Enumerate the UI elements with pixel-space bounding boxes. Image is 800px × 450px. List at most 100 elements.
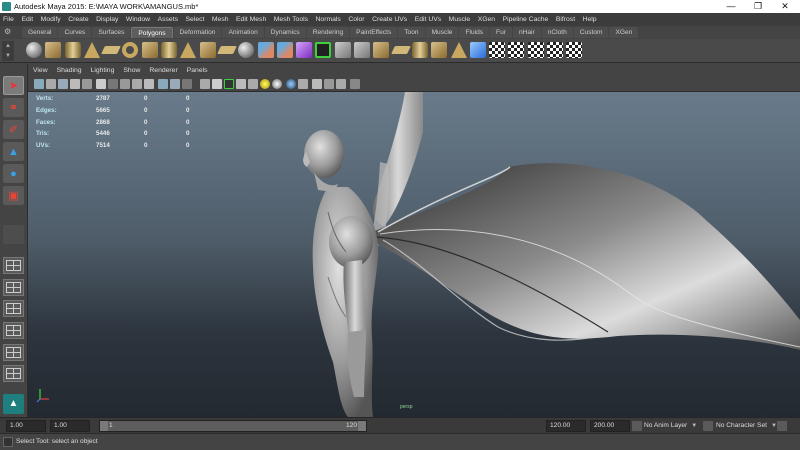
single-perspective-layout-icon[interactable]	[3, 257, 24, 274]
bookmark-icon[interactable]	[58, 79, 68, 89]
maximize-button[interactable]: ❐	[745, 0, 771, 13]
checker-uv-icon[interactable]	[547, 42, 564, 58]
playback-end-field[interactable]: 120.00	[546, 420, 586, 432]
menu-edit-uvs[interactable]: Edit UVs	[415, 16, 441, 23]
poly-cone-icon[interactable]	[180, 42, 197, 58]
wireframe-icon[interactable]	[200, 79, 210, 89]
shelf-tab-fur[interactable]: Fur	[490, 27, 512, 38]
shelf-tab-painteffects[interactable]: PaintEffects	[350, 27, 398, 38]
combine-icon[interactable]	[257, 42, 274, 58]
shelf-tab-muscle[interactable]: Muscle	[425, 27, 459, 38]
menu-normals[interactable]: Normals	[316, 16, 341, 23]
textured-icon[interactable]	[236, 79, 246, 89]
select-tool-icon[interactable]: ➤	[3, 76, 24, 95]
shadows-icon[interactable]	[260, 79, 270, 89]
lasso-tool-icon[interactable]: ⚭	[3, 98, 24, 117]
menu-color[interactable]: Color	[348, 16, 364, 23]
uv-editor-icon[interactable]	[566, 42, 583, 58]
safe-action-icon[interactable]	[158, 79, 168, 89]
checker-uv-icon[interactable]	[527, 42, 544, 58]
range-slider[interactable]: 1 120	[99, 420, 367, 432]
menu-xgen[interactable]: XGen	[478, 16, 495, 23]
menu-mesh-tools[interactable]: Mesh Tools	[274, 16, 308, 23]
poly-plane-icon[interactable]	[101, 46, 122, 54]
persp-graph-layout-icon[interactable]	[3, 322, 24, 339]
shelf-tab-toon[interactable]: Toon	[398, 27, 425, 38]
viewport-menu-renderer[interactable]: Renderer	[149, 67, 177, 74]
anim-layer-dropdown[interactable]: No Anim Layer ▼	[644, 420, 697, 432]
menu-pipeline-cache[interactable]: Pipeline Cache	[503, 16, 549, 23]
range-start-handle[interactable]	[100, 421, 108, 431]
shelf-gear-icon[interactable]: ⚙	[4, 27, 14, 37]
poly-cone-icon[interactable]	[450, 42, 467, 58]
four-view-layout-icon[interactable]	[3, 279, 24, 296]
bridge-icon[interactable]	[354, 42, 371, 58]
shelf-tab-animation[interactable]: Animation	[222, 27, 264, 38]
last-tool-icon[interactable]	[3, 225, 24, 244]
character-set-icon[interactable]	[703, 421, 713, 431]
checker-uv-icon[interactable]	[489, 42, 506, 58]
motion-blur-icon[interactable]	[286, 79, 296, 89]
film-gate-icon[interactable]	[108, 79, 118, 89]
shelf-tab-nhair[interactable]: nHair	[512, 27, 541, 38]
poly-plane-icon[interactable]	[390, 46, 411, 54]
move-tool-icon[interactable]: ▲	[3, 142, 24, 161]
poly-cylinder-icon[interactable]	[411, 42, 428, 58]
poly-cube-icon[interactable]	[45, 42, 62, 58]
range-end-handle[interactable]	[358, 421, 366, 431]
image-plane-icon[interactable]	[70, 79, 80, 89]
safe-title-icon[interactable]	[170, 79, 180, 89]
poly-cube-icon[interactable]	[141, 42, 158, 58]
scale-tool-icon[interactable]: ▣	[3, 186, 24, 205]
shelf-tab-rendering[interactable]: Rendering	[306, 27, 350, 38]
menu-edit-mesh[interactable]: Edit Mesh	[236, 16, 266, 23]
camera-attributes-icon[interactable]	[46, 79, 56, 89]
multisample-icon[interactable]	[298, 79, 308, 89]
close-button[interactable]: ✕	[772, 0, 798, 13]
poly-cone-icon[interactable]	[83, 42, 100, 58]
menu-create-uvs[interactable]: Create UVs	[372, 16, 407, 23]
minimize-button[interactable]: —	[718, 0, 744, 13]
playback-start-field[interactable]: 1.00	[50, 420, 90, 432]
checker-uv-icon[interactable]	[508, 42, 525, 58]
camera-select-icon[interactable]	[34, 79, 44, 89]
menu-edit[interactable]: Edit	[21, 16, 33, 23]
poly-torus-icon[interactable]	[122, 42, 139, 58]
menu-select[interactable]: Select	[186, 16, 205, 23]
viewport-menu-lighting[interactable]: Lighting	[91, 67, 115, 74]
shelf-tab-polygons[interactable]: Polygons	[131, 27, 173, 38]
depth-of-field-icon[interactable]	[312, 79, 322, 89]
shelf-tab-fluids[interactable]: Fluids	[459, 27, 490, 38]
2d-pan-zoom-icon[interactable]	[82, 79, 92, 89]
perspective-viewport[interactable]: Verts: 2787 0 0 Edges: 5665 0 0 Faces: 2868 0 0 Tris…	[28, 92, 800, 417]
shelf-tab-deformation[interactable]: Deformation	[173, 27, 222, 38]
wireframe-on-shaded-icon[interactable]	[224, 79, 234, 89]
shelf-tab-surfaces[interactable]: Surfaces	[92, 27, 131, 38]
anim-layer-icon[interactable]	[632, 421, 642, 431]
green-select-icon[interactable]	[315, 42, 332, 58]
blue-uv-icon[interactable]	[469, 42, 486, 58]
shelf-tab-curves[interactable]: Curves	[58, 27, 92, 38]
purple-cube-icon[interactable]	[296, 42, 313, 58]
shelf-tab-general[interactable]: General	[22, 27, 58, 38]
shelf-tab-dynamics[interactable]: Dynamics	[264, 27, 306, 38]
poly-cylinder-icon[interactable]	[161, 42, 178, 58]
viewport-menu-view[interactable]: View	[33, 67, 48, 74]
menu-muscle[interactable]: Muscle	[449, 16, 471, 23]
grid-icon[interactable]	[96, 79, 106, 89]
viewport-menu-panels[interactable]: Panels	[187, 67, 208, 74]
resolution-gate-icon[interactable]	[120, 79, 130, 89]
color-management-icon[interactable]	[350, 79, 360, 89]
poly-sphere-icon[interactable]	[238, 42, 255, 58]
smooth-shade-icon[interactable]	[212, 79, 222, 89]
xray-icon[interactable]	[324, 79, 334, 89]
viewport-menu-show[interactable]: Show	[123, 67, 140, 74]
field-chart-icon[interactable]	[144, 79, 154, 89]
poly-plane-icon[interactable]	[217, 46, 237, 54]
shelf-up-arrow-icon[interactable]: ▲	[2, 41, 14, 51]
ambient-occlusion-icon[interactable]	[272, 79, 282, 89]
script-editor-icon[interactable]	[3, 437, 13, 447]
menu-bifrost[interactable]: Bifrost	[556, 16, 575, 23]
use-all-lights-icon[interactable]	[248, 79, 258, 89]
isolate-select-icon[interactable]	[182, 79, 192, 89]
